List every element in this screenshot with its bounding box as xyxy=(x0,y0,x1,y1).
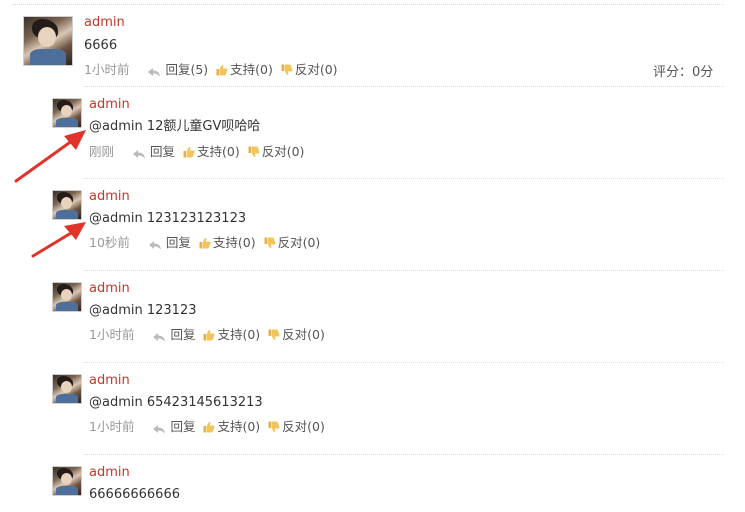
avatar[interactable] xyxy=(52,466,82,496)
thumbs-down-icon[interactable] xyxy=(264,237,276,249)
thumbs-down-icon[interactable] xyxy=(248,146,260,158)
oppose-link[interactable]: 反对(0) xyxy=(295,62,338,78)
comment-author[interactable]: admin xyxy=(84,15,125,31)
comment-meta: 10秒前 回复 支持(0) 反对(0) xyxy=(89,234,320,250)
comment-text: @admin 123123123123 xyxy=(89,211,247,226)
avatar[interactable] xyxy=(52,282,82,312)
support-link[interactable]: 支持(0) xyxy=(217,327,260,343)
annotation-arrow xyxy=(31,222,86,258)
divider xyxy=(84,454,724,455)
score-value: 0分 xyxy=(692,65,714,80)
comment-author[interactable]: admin xyxy=(89,465,130,481)
comment-text: 6666 xyxy=(84,38,118,53)
oppose-link[interactable]: 反对(0) xyxy=(282,327,325,343)
reply-link[interactable]: 回复 xyxy=(170,327,195,343)
comment-meta: 1小时前 回复(5) 支持(0) 反对(0) xyxy=(84,61,338,77)
reply-icon[interactable] xyxy=(132,147,146,158)
comment-text: @admin 65423145613213 xyxy=(89,395,263,410)
thumbs-up-icon[interactable] xyxy=(199,237,211,249)
thumbs-up-icon[interactable] xyxy=(183,146,195,158)
avatar[interactable] xyxy=(52,374,82,404)
comment-time: 10秒前 xyxy=(89,234,130,250)
oppose-link[interactable]: 反对(0) xyxy=(262,144,305,160)
reply-link[interactable]: 回复 xyxy=(170,419,195,435)
comment-meta: 刚刚 回复 支持(0) 反对(0) xyxy=(89,143,304,159)
score: 评分：0分 xyxy=(653,61,713,80)
reply-icon[interactable] xyxy=(152,422,166,433)
support-link[interactable]: 支持(0) xyxy=(197,144,240,160)
thumbs-down-icon[interactable] xyxy=(268,329,280,341)
comment-author[interactable]: admin xyxy=(89,281,130,297)
comment-meta: 1小时前 回复 支持(0) 反对(0) xyxy=(89,418,325,434)
comment-time: 1小时前 xyxy=(89,326,135,342)
support-link[interactable]: 支持(0) xyxy=(230,62,273,78)
avatar[interactable] xyxy=(23,16,73,66)
thumbs-up-icon[interactable] xyxy=(203,421,215,433)
comment-time: 1小时前 xyxy=(84,61,130,77)
avatar[interactable] xyxy=(52,190,82,220)
divider xyxy=(84,178,724,179)
reply-link[interactable]: 回复 xyxy=(150,144,175,160)
oppose-link[interactable]: 反对(0) xyxy=(282,419,325,435)
support-link[interactable]: 支持(0) xyxy=(217,419,260,435)
divider xyxy=(84,270,724,271)
comment-text: @admin 12额儿童GV呗哈哈 xyxy=(89,119,261,134)
reply-icon[interactable] xyxy=(147,65,161,76)
reply-link[interactable]: 回复(5) xyxy=(165,62,208,78)
comment-author[interactable]: admin xyxy=(89,97,130,113)
oppose-link[interactable]: 反对(0) xyxy=(278,235,321,251)
divider xyxy=(84,86,724,87)
reply-icon[interactable] xyxy=(148,238,162,249)
thumbs-down-icon[interactable] xyxy=(268,421,280,433)
comment-time: 刚刚 xyxy=(89,143,115,159)
comment-author[interactable]: admin xyxy=(89,373,130,389)
thumbs-up-icon[interactable] xyxy=(216,64,228,76)
thumbs-up-icon[interactable] xyxy=(203,329,215,341)
comment-text: 66666666666 xyxy=(89,487,180,502)
reply-link[interactable]: 回复 xyxy=(166,235,191,251)
divider xyxy=(84,362,724,363)
top-divider xyxy=(12,4,724,5)
comment-time: 1小时前 xyxy=(89,418,135,434)
thumbs-down-icon[interactable] xyxy=(281,64,293,76)
comment-text: @admin 123123 xyxy=(89,303,197,318)
comment-meta: 1小时前 回复 支持(0) 反对(0) xyxy=(89,326,325,342)
score-label: 评分： xyxy=(653,65,693,80)
reply-icon[interactable] xyxy=(152,330,166,341)
annotation-arrow xyxy=(14,130,86,183)
comment-author[interactable]: admin xyxy=(89,189,130,205)
support-link[interactable]: 支持(0) xyxy=(213,235,256,251)
